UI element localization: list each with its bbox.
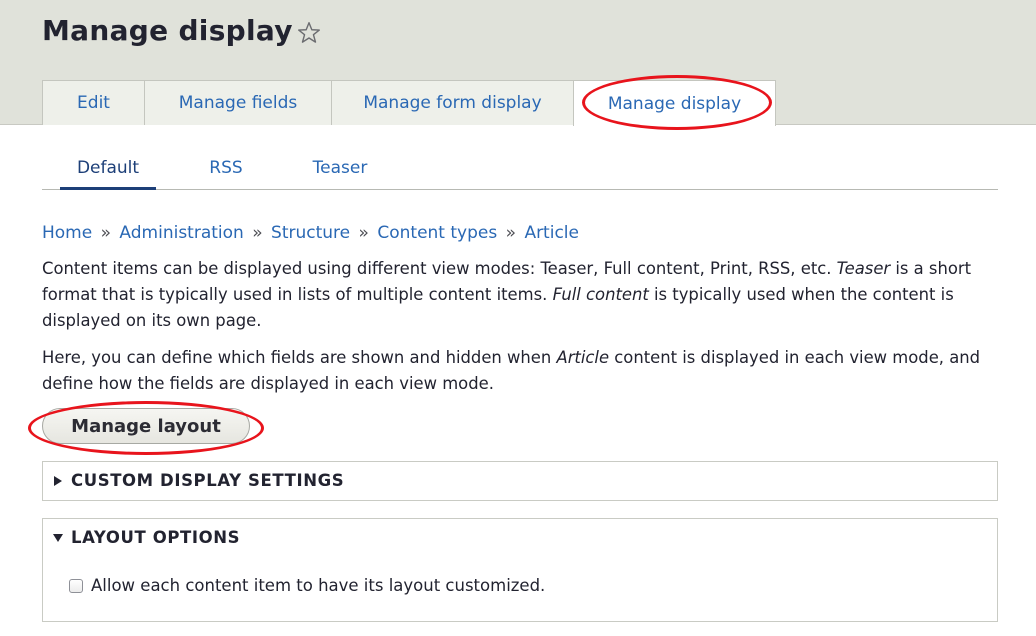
breadcrumb-content-types[interactable]: Content types <box>377 223 497 243</box>
allow-layout-customization-label: Allow each content item to have its layo… <box>91 576 546 595</box>
custom-display-settings-summary[interactable]: CUSTOM DISPLAY SETTINGS <box>53 471 344 490</box>
help-text-view-modes: Content items can be displayed using dif… <box>42 259 972 330</box>
breadcrumb-administration[interactable]: Administration <box>119 223 243 243</box>
breadcrumb-separator: » <box>100 223 112 243</box>
tab-manage-display[interactable]: Manage display <box>573 80 776 126</box>
layout-options-details: LAYOUT OPTIONS Allow each content item t… <box>42 518 998 622</box>
breadcrumb: Home » Administration » Structure » Cont… <box>42 223 579 243</box>
layout-options-summary[interactable]: LAYOUT OPTIONS <box>53 528 240 547</box>
help-text-fields: Here, you can define which fields are sh… <box>42 348 981 393</box>
page-title: Manage display <box>42 14 293 47</box>
breadcrumb-separator: » <box>252 223 263 243</box>
allow-layout-customization-option[interactable]: Allow each content item to have its layo… <box>69 576 545 595</box>
breadcrumb-home[interactable]: Home <box>42 223 92 243</box>
tab-manage-fields[interactable]: Manage fields <box>144 80 332 125</box>
page-header: Manage display Edit Manage fields Manage… <box>0 0 1036 126</box>
breadcrumb-article[interactable]: Article <box>524 223 579 243</box>
tab-rss[interactable]: RSS <box>192 150 260 190</box>
breadcrumb-structure[interactable]: Structure <box>271 223 350 243</box>
tab-default[interactable]: Default <box>60 150 156 190</box>
secondary-tabs: Default RSS Teaser <box>42 150 998 190</box>
allow-layout-customization-checkbox[interactable] <box>69 578 83 593</box>
triangle-right-icon <box>54 475 62 486</box>
star-outline-icon[interactable] <box>296 20 322 46</box>
custom-display-settings-details: CUSTOM DISPLAY SETTINGS <box>42 461 998 501</box>
tab-manage-form-display[interactable]: Manage form display <box>331 80 574 125</box>
breadcrumb-separator: » <box>358 223 369 243</box>
triangle-down-icon <box>53 533 63 542</box>
manage-layout-button[interactable]: Manage layout <box>42 408 250 444</box>
tab-teaser[interactable]: Teaser <box>304 150 376 190</box>
tab-edit[interactable]: Edit <box>42 80 145 125</box>
breadcrumb-separator: » <box>505 223 517 243</box>
